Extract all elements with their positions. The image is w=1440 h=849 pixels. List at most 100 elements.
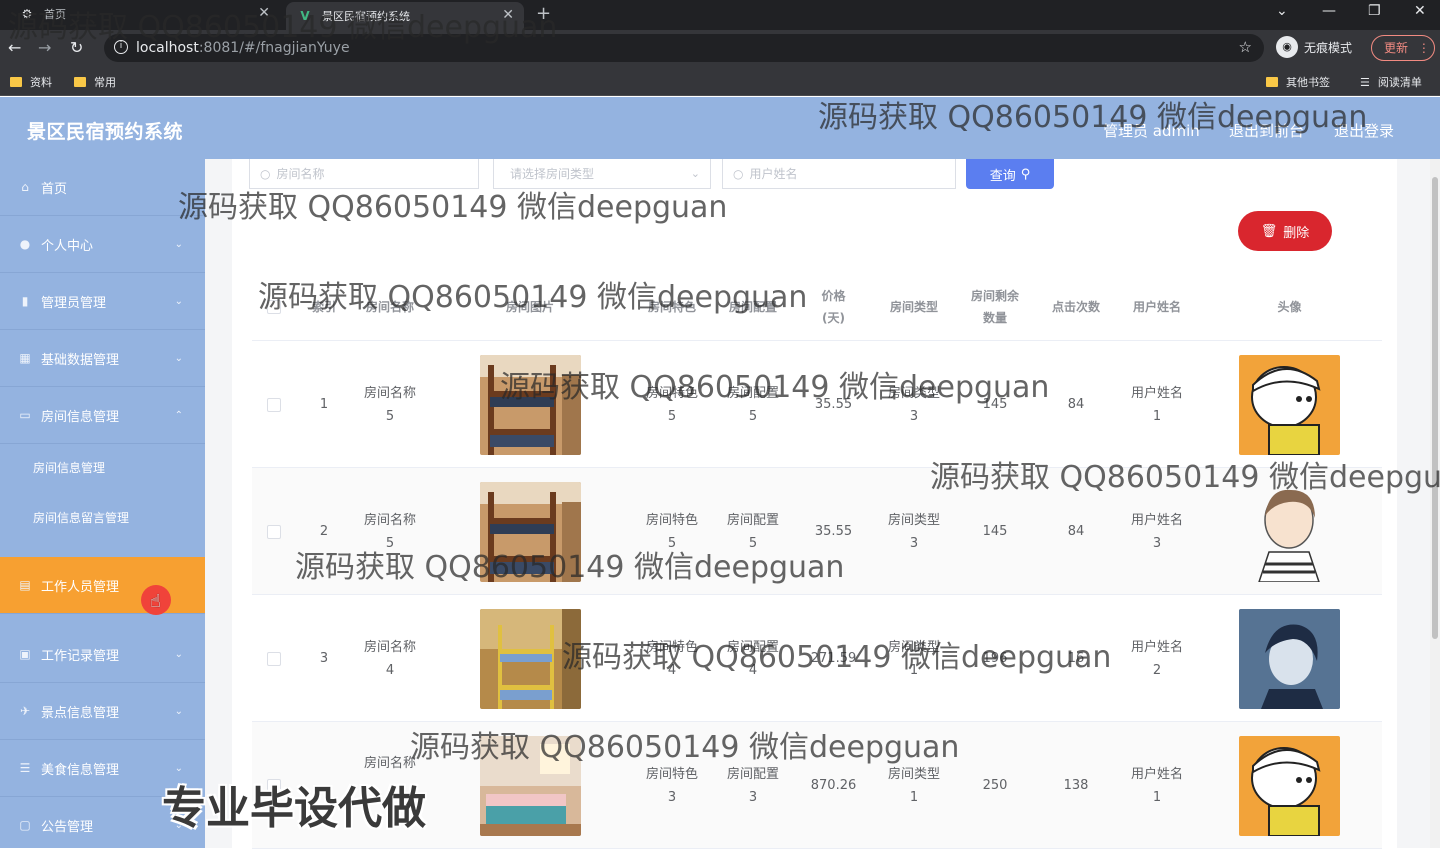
select-all-checkbox[interactable] [267,300,281,314]
search-icon: ⚲ [1020,166,1031,182]
table-row[interactable]: 1 房间名称5 房间特色5 房间配置5 35.55 房间类型3 145 84 用… [252,341,1382,468]
chevron-down-icon: ⌄ [174,295,183,307]
sidebar-item-home[interactable]: ⌂ 首页 [0,159,205,216]
row-checkbox[interactable] [267,397,281,412]
notice-icon: ▢ [19,818,31,832]
user-name-search-input[interactable]: ○ 用户姓名 [722,159,956,189]
incognito-indicator[interactable]: ◉ 无痕模式 [1276,36,1352,58]
reload-icon[interactable]: ↻ [70,38,83,57]
header-config: 房间配置 [728,300,777,314]
trash-icon: 🗑 [1260,223,1278,239]
folder-icon [74,77,86,87]
avatar[interactable] [1239,608,1340,709]
sidebar-item-admins[interactable]: ▮ 管理员管理 ⌄ [0,273,205,330]
staff-icon: ▤ [19,578,31,592]
sidebar-item-rooms[interactable]: ▭ 房间信息管理 ⌃ [0,387,205,444]
close-window-icon[interactable]: ✕ [1414,3,1426,19]
minimize-icon[interactable]: — [1322,3,1336,19]
logout-link[interactable]: 退出登录 [1334,120,1394,141]
table-row[interactable]: 3 房间名称4 房间特色4 房间配置4 271.59 房间类型1 196 16 … [252,595,1382,722]
user-icon: ● [19,237,31,251]
room-image[interactable] [479,608,581,709]
cell-config: 房间配置4 [726,639,779,678]
chevron-down-icon: ⌄ [174,648,183,660]
row-checkbox[interactable] [267,524,281,539]
header-price: 价格(天) [821,289,846,325]
incognito-icon: ◉ [1276,36,1298,58]
search-icon: ○ [733,166,744,181]
chevron-down-icon: ⌄ [174,238,183,250]
cell-index: 1 [319,397,329,412]
sidebar-item-basic-data[interactable]: ▦ 基础数据管理 ⌄ [0,330,205,387]
cell-price: 870.26 [810,778,857,793]
restore-icon[interactable]: ❐ [1368,3,1381,19]
table-row[interactable]: 2 房间名称5 房间特色5 房间配置5 35.55 房间类型3 145 84 用… [252,468,1382,595]
delete-button[interactable]: 🗑 删除 [1238,211,1332,251]
sidebar-item-profile[interactable]: ● 个人中心 ⌄ [0,216,205,273]
room-image[interactable] [479,354,581,455]
update-button[interactable]: 更新 ⋮ [1371,35,1435,61]
grid-icon: ▦ [19,351,31,365]
header-clicks: 点击次数 [1051,300,1100,314]
room-image[interactable] [479,735,581,836]
cell-remaining: 145 [982,524,1008,539]
new-tab-icon[interactable]: + [536,3,551,24]
cell-price: 35.55 [814,397,853,412]
submenu-room-messages[interactable]: 房间信息留言管理 [0,492,205,542]
browser-tab-active[interactable]: V 景区民宿预约系统 ✕ [286,2,524,30]
reading-list[interactable]: ☰ 阅读清单 [1360,74,1422,90]
header-feature: 房间特色 [647,300,696,314]
close-icon[interactable]: ✕ [258,5,270,21]
scenic-icon: ✈ [19,704,31,718]
room-image[interactable] [479,481,581,582]
url-field[interactable]: i localhost:8081/#/fnagjianYuye ☆ [104,34,1264,62]
back-to-front-link[interactable]: 退出到前台 [1229,120,1304,141]
avatar[interactable] [1239,735,1340,836]
star-icon[interactable]: ☆ [1239,38,1252,56]
admin-label: 管理员 admin [1103,122,1200,140]
submenu-room-info[interactable]: 房间信息管理 [0,442,205,492]
cell-index: 2 [319,524,329,539]
forward-icon[interactable]: → [38,38,51,57]
header-index: 索引 [311,300,336,314]
address-bar: ← → ↻ i localhost:8081/#/fnagjianYuye ☆ … [0,30,1440,66]
cell-clicks: 138 [1063,778,1089,793]
avatar[interactable] [1239,481,1340,582]
row-checkbox[interactable] [267,651,281,666]
room-type-select[interactable]: 请选择房间类型 ⌄ [493,159,711,189]
header-remaining: 房间剩余数量 [970,289,1019,325]
cell-clicks: 16 [1067,651,1085,666]
cell-room-name: 房间名称5 [364,385,417,424]
browser-tab-home[interactable]: ⚙ 首页 ✕ [8,0,280,28]
cell-config: 房间配置3 [726,766,779,805]
chevron-down-icon: ⌄ [174,352,183,364]
cell-user-name: 用户姓名2 [1130,639,1183,678]
sidebar-item-scenic[interactable]: ✈ 景点信息管理 ⌄ [0,683,205,740]
vue-logo-icon: V [300,9,310,23]
cell-feature: 房间特色3 [645,766,698,805]
cell-clicks: 84 [1067,524,1085,539]
cell-user-name: 用户姓名3 [1130,512,1183,551]
bookmark-folder[interactable]: 常用 [74,74,116,90]
app-header: 景区民宿预约系统 管理员 admin 退出到前台 退出登录 [0,97,1440,159]
page-scrollbar[interactable] [1430,159,1440,848]
room-name-search-input[interactable]: ○ 房间名称 [249,159,479,189]
cell-room-name: 房间名称5 [364,512,417,551]
avatar[interactable] [1239,354,1340,455]
cell-clicks: 84 [1067,397,1085,412]
sidebar-item-staff[interactable]: ▤ 工作人员管理 [0,557,205,614]
query-button[interactable]: 查询 ⚲ [966,159,1054,189]
bookmark-folder[interactable]: 资料 [10,74,52,90]
scrollbar-thumb[interactable] [1432,177,1438,639]
close-icon[interactable]: ✕ [502,7,514,23]
cell-remaining: 196 [982,651,1008,666]
cell-index: 3 [319,651,329,666]
info-icon[interactable]: i [114,40,128,54]
back-icon[interactable]: ← [8,38,21,57]
header-user-name: 用户姓名 [1132,300,1181,314]
tab-title: 首页 [44,8,66,21]
cell-remaining: 250 [982,778,1008,793]
bookmark-folder-other[interactable]: 其他书签 [1266,74,1330,90]
sidebar-item-work-records[interactable]: ▣ 工作记录管理 ⌄ [0,626,205,683]
chevron-down-icon[interactable]: ⌄ [1276,3,1288,19]
